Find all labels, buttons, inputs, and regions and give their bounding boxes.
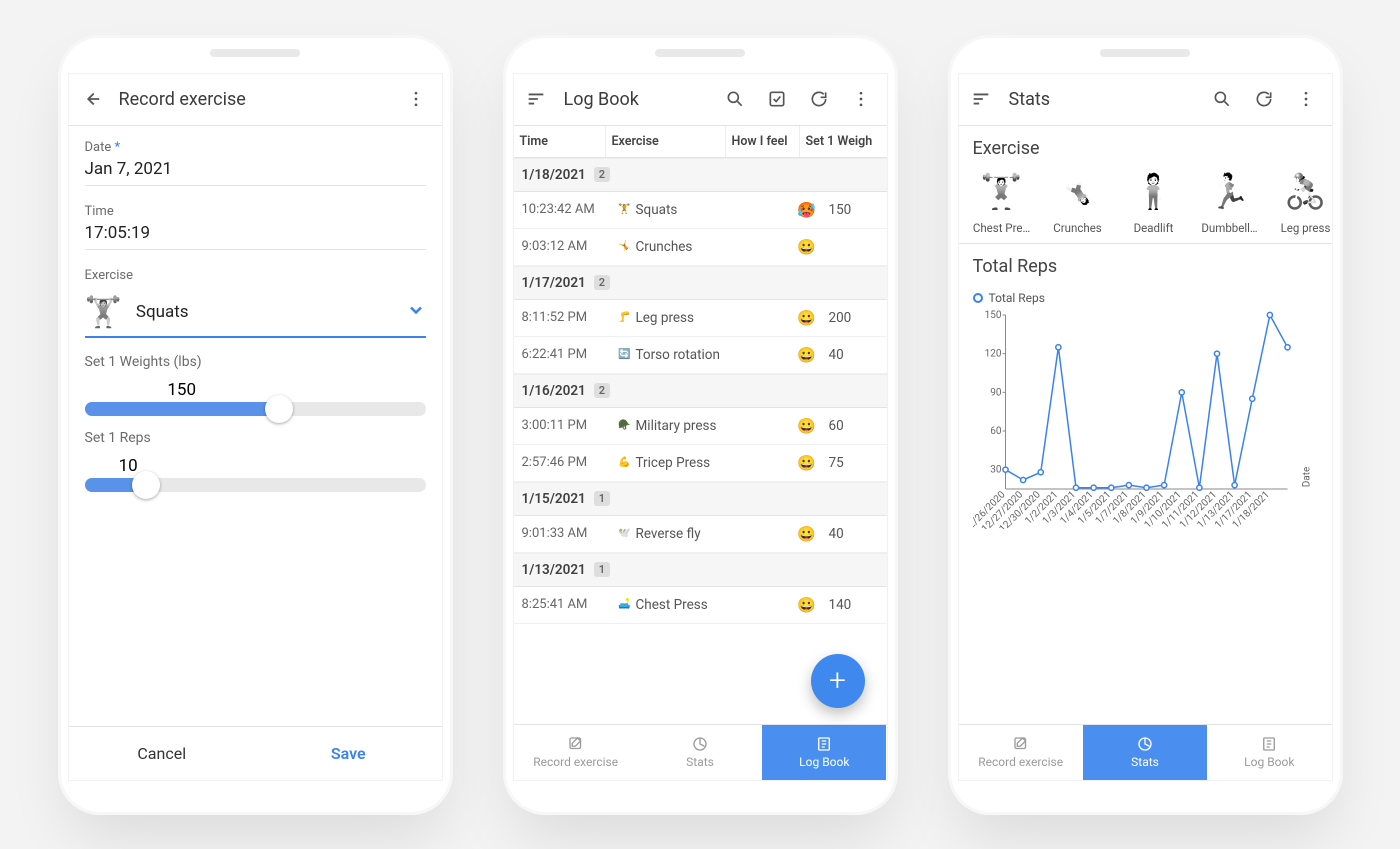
date-value: Jan 7, 2021	[85, 159, 426, 186]
topbar: Record exercise	[69, 74, 442, 126]
exercise-card[interactable]: 🧍Deadlift	[1121, 167, 1187, 235]
legend-label: Total Reps	[989, 291, 1045, 305]
tab-logbook[interactable]: Log Book	[762, 725, 886, 780]
phone-speaker	[210, 49, 300, 57]
phone-speaker	[655, 49, 745, 57]
log-headers: Time Exercise How I feel Set 1 Weigh	[514, 126, 887, 158]
log-row[interactable]: 10:23:42 AM🏋️Squats🥵150	[514, 192, 887, 229]
weight-slider-value: 150	[85, 380, 279, 400]
bottom-nav: Record exercise Stats Log Book	[514, 724, 887, 780]
tab-stats[interactable]: Stats	[1083, 725, 1207, 780]
save-button[interactable]: Save	[255, 727, 442, 780]
svg-text:60: 60	[990, 426, 1002, 437]
page-title: Log Book	[564, 89, 707, 110]
date-label: Date	[85, 140, 426, 155]
weight-slider[interactable]: Set 1 Weights (lbs) 150	[69, 342, 442, 418]
more-icon[interactable]	[402, 85, 430, 113]
log-row[interactable]: 9:03:12 AM🤸Crunches😀	[514, 229, 887, 266]
slider-thumb[interactable]	[132, 471, 160, 499]
log-row[interactable]: 9:01:33 AM🕊️Reverse fly😀40	[514, 516, 887, 553]
time-label: Time	[85, 204, 426, 219]
exercise-label: Exercise	[85, 268, 426, 283]
reps-slider-value: 10	[85, 456, 426, 476]
svg-text:120: 120	[984, 348, 1001, 359]
tab-logbook[interactable]: Log Book	[1207, 725, 1331, 780]
phone-speaker	[1100, 49, 1190, 57]
reps-slider-label: Set 1 Reps	[85, 430, 426, 446]
checkbox-icon[interactable]	[763, 85, 791, 113]
refresh-icon[interactable]	[1250, 85, 1278, 113]
exercise-value: Squats	[136, 302, 189, 322]
log-row[interactable]: 6:22:41 PM🔄Torso rotation😀40	[514, 337, 887, 374]
total-reps-chart: 30609012015012/26/202012/27/202012/30/20…	[973, 309, 1318, 529]
phone-record-exercise: Record exercise Date Jan 7, 2021 Time 17…	[58, 35, 453, 815]
phone-stats: Stats Exercise 🏋️Chest Pre…🤸Crunches🧍Dea…	[948, 35, 1343, 815]
exercise-card[interactable]: 🏋️Chest Pre…	[969, 167, 1035, 235]
tab-stats[interactable]: Stats	[638, 725, 762, 780]
svg-text:30: 30	[990, 464, 1002, 475]
date-row[interactable]: 1/13/20211	[514, 553, 887, 587]
page-title: Stats	[1009, 89, 1194, 110]
record-form: Date Jan 7, 2021 Time 17:05:19 Exercise …	[69, 126, 442, 780]
section-chart-title: Total Reps	[959, 244, 1332, 285]
more-icon[interactable]	[1292, 85, 1320, 113]
col-weight[interactable]: Set 1 Weigh	[800, 126, 887, 157]
menu-icon[interactable]	[967, 85, 995, 113]
date-row[interactable]: 1/16/20212	[514, 374, 887, 408]
tab-record[interactable]: Record exercise	[959, 725, 1083, 780]
log-row[interactable]: 8:11:52 PM🦵Leg press😀200	[514, 300, 887, 337]
svg-text:Date: Date	[1301, 466, 1312, 487]
search-icon[interactable]	[721, 85, 749, 113]
time-field[interactable]: Time 17:05:19	[69, 190, 442, 254]
reps-slider[interactable]: Set 1 Reps 10	[69, 418, 442, 494]
date-row[interactable]: 1/18/20212	[514, 158, 887, 192]
section-exercise-title: Exercise	[959, 126, 1332, 167]
exercise-card[interactable]: 🚴Leg press	[1273, 167, 1332, 235]
col-feel[interactable]: How I feel	[726, 126, 800, 157]
date-row[interactable]: 1/17/20212	[514, 266, 887, 300]
time-value: 17:05:19	[85, 223, 426, 250]
exercise-strip[interactable]: 🏋️Chest Pre…🤸Crunches🧍Deadlift🏃Dumbbell……	[959, 167, 1332, 244]
svg-text:90: 90	[990, 387, 1002, 398]
chevron-down-icon	[406, 300, 426, 324]
cancel-button[interactable]: Cancel	[69, 727, 256, 780]
page-title: Record exercise	[119, 89, 388, 110]
slider-thumb[interactable]	[265, 395, 293, 423]
legend-marker-icon	[973, 293, 983, 303]
log-row[interactable]: 3:00:11 PM🪖Military press😀60	[514, 408, 887, 445]
back-icon[interactable]	[77, 85, 105, 113]
exercise-card[interactable]: 🤸Crunches	[1045, 167, 1111, 235]
refresh-icon[interactable]	[805, 85, 833, 113]
add-button[interactable]: +	[811, 654, 865, 708]
exercise-field[interactable]: Exercise 🏋️ Squats	[69, 254, 442, 342]
bottom-nav: Record exercise Stats Log Book	[959, 724, 1332, 780]
svg-text:150: 150	[984, 310, 1001, 321]
log-row[interactable]: 8:25:41 AM🛋️Chest Press😀140	[514, 587, 887, 624]
topbar: Log Book	[514, 74, 887, 126]
form-actions: Cancel Save	[69, 726, 442, 780]
phone-log-book: Log Book Time Exercise How I feel Set 1 …	[503, 35, 898, 815]
topbar: Stats	[959, 74, 1332, 126]
search-icon[interactable]	[1208, 85, 1236, 113]
exercise-card[interactable]: 🏃Dumbbell…	[1197, 167, 1263, 235]
more-icon[interactable]	[847, 85, 875, 113]
log-list[interactable]: 1/18/2021210:23:42 AM🏋️Squats🥵1509:03:12…	[514, 158, 887, 724]
tab-record[interactable]: Record exercise	[514, 725, 638, 780]
col-exercise[interactable]: Exercise	[606, 126, 726, 157]
date-row[interactable]: 1/15/20211	[514, 482, 887, 516]
weight-slider-label: Set 1 Weights (lbs)	[85, 354, 426, 370]
log-row[interactable]: 2:57:46 PM💪Tricep Press😀75	[514, 445, 887, 482]
menu-icon[interactable]	[522, 85, 550, 113]
date-field[interactable]: Date Jan 7, 2021	[69, 126, 442, 190]
exercise-icon: 🏋️	[85, 295, 122, 330]
chart-legend: Total Reps	[973, 291, 1318, 305]
col-time[interactable]: Time	[514, 126, 606, 157]
